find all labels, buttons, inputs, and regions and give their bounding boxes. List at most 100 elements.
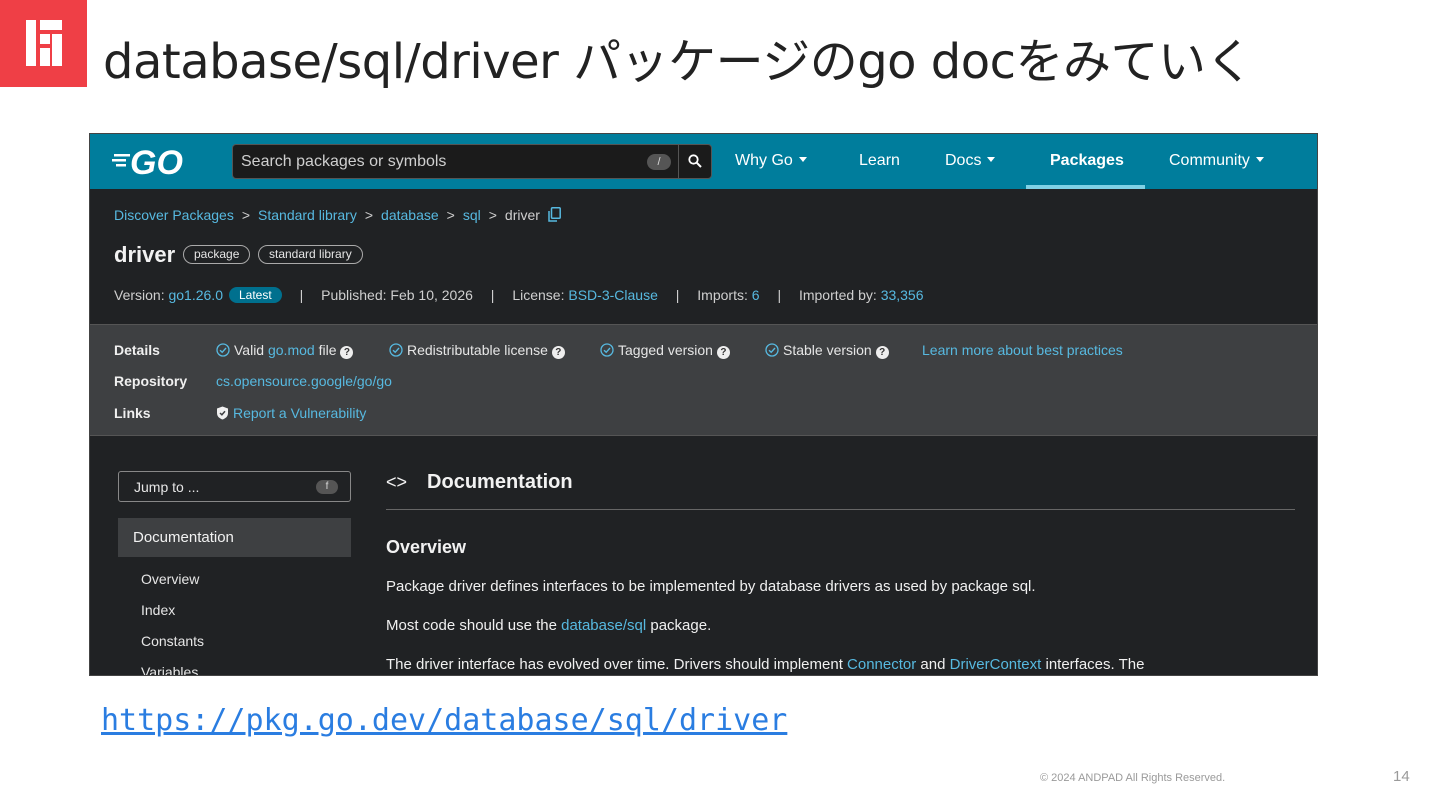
breadcrumb-sql[interactable]: sql (463, 207, 481, 223)
best-practices-link[interactable]: Learn more about best practices (922, 342, 1123, 358)
chevron-down-icon (798, 157, 807, 162)
nav-docs-label: Docs (945, 152, 982, 169)
svg-text:GO: GO (130, 145, 183, 177)
redistributable-text: Redistributable license (407, 342, 548, 358)
nav-community-label: Community (1169, 152, 1250, 169)
pkg-go-dev-screenshot: GO Search packages or symbols / Why Go L… (89, 133, 1318, 676)
breadcrumb-separator: > (364, 207, 374, 223)
repository-label: Repository (114, 373, 188, 389)
stable-version-check: Stable version? (765, 342, 889, 359)
package-title: driver (114, 242, 176, 267)
breadcrumb-separator: > (488, 207, 497, 223)
published-date: Feb 10, 2026 (390, 287, 473, 303)
report-vulnerability-link[interactable]: Report a Vulnerability (216, 405, 366, 421)
nav-why-go-label: Why Go (735, 152, 793, 169)
drivercontext-link[interactable]: DriverContext (950, 656, 1042, 673)
meta-divider: | (777, 287, 782, 303)
go-logo-icon[interactable]: GO (112, 145, 198, 177)
sidebar-item-documentation[interactable]: Documentation (118, 518, 351, 557)
p3-text: The driver interface has evolved over ti… (386, 656, 848, 673)
nav-docs[interactable]: Docs (945, 152, 996, 170)
connector-link[interactable]: Connector (847, 656, 916, 673)
nav-active-indicator (1026, 185, 1145, 189)
help-icon[interactable]: ? (716, 346, 730, 359)
imports-link[interactable]: 6 (752, 287, 760, 303)
pkg-url-link[interactable]: https://pkg.go.dev/database/sql/driver (101, 703, 787, 738)
chevron-down-icon (1255, 157, 1264, 162)
p2-text-end: package. (646, 617, 712, 634)
nav-packages[interactable]: Packages (1050, 152, 1124, 170)
license-link[interactable]: BSD-3-Clause (568, 287, 657, 303)
p3-text-mid: and (916, 656, 950, 673)
jump-to-button[interactable]: Jump to ... f (118, 471, 351, 502)
doc-paragraph-2: Most code should use the database/sql pa… (386, 617, 711, 634)
search-button[interactable] (678, 145, 711, 178)
license-label: License: (512, 287, 565, 303)
jump-shortcut-badge: f (316, 480, 338, 494)
doc-paragraph-3: The driver interface has evolved over ti… (386, 656, 1144, 673)
search-placeholder: Search packages or symbols (241, 153, 447, 170)
tagged-version-check: Tagged version? (600, 342, 730, 359)
help-icon[interactable]: ? (340, 346, 354, 359)
sidebar-item-index[interactable]: Index (141, 602, 175, 618)
documentation-heading: <> Documentation (386, 471, 573, 494)
breadcrumb-database[interactable]: database (381, 207, 439, 223)
tagged-text: Tagged version (618, 342, 713, 358)
breadcrumb-standard-library[interactable]: Standard library (258, 207, 357, 223)
breadcrumb: Discover Packages > Standard library > datab… (114, 207, 561, 223)
valid-gomod-check: Valid go.mod file? (216, 342, 354, 359)
documentation-heading-text: Documentation (427, 471, 573, 493)
valid-text: Valid (234, 342, 265, 358)
file-text: file (318, 342, 337, 358)
help-icon[interactable]: ? (875, 346, 889, 359)
copy-icon[interactable] (548, 207, 561, 222)
stable-text: Stable version (783, 342, 872, 358)
check-circle-icon (765, 343, 779, 357)
breadcrumb-discover[interactable]: Discover Packages (114, 207, 234, 223)
overview-heading: Overview (386, 537, 467, 557)
meta-divider: | (490, 287, 495, 303)
chevron-down-icon (987, 157, 996, 162)
help-icon[interactable]: ? (551, 346, 565, 359)
report-vulnerability-text: Report a Vulnerability (233, 405, 367, 421)
sidebar-item-variables[interactable]: Variables (141, 664, 198, 675)
imports-label: Imports: (697, 287, 748, 303)
search-icon (688, 154, 702, 168)
nav-why-go[interactable]: Why Go (735, 152, 807, 170)
details-label: Details (114, 342, 160, 358)
sidebar-item-overview[interactable]: Overview (141, 571, 199, 587)
check-circle-icon (600, 343, 614, 357)
latest-badge: Latest (228, 287, 282, 303)
shield-icon (217, 406, 228, 420)
code-brackets-icon: <> (386, 472, 408, 492)
published-label: Published: (321, 287, 387, 303)
breadcrumb-separator: > (241, 207, 251, 223)
slide-title: database/sql/driver パッケージのgo docをみていく (103, 34, 1254, 90)
gomod-link[interactable]: go.mod (268, 342, 315, 358)
breadcrumb-separator: > (446, 207, 455, 223)
meta-divider: | (675, 287, 680, 303)
links-label: Links (114, 405, 151, 421)
breadcrumb-driver: driver (504, 207, 540, 223)
check-circle-icon (389, 343, 403, 357)
copyright: © 2024 ANDPAD All Rights Reserved. (1040, 772, 1226, 784)
doc-paragraph-1: Package driver defines interfaces to be … (386, 578, 1036, 595)
divider (386, 509, 1295, 510)
sidebar-item-constants[interactable]: Constants (141, 633, 204, 649)
search-input[interactable]: Search packages or symbols / (232, 144, 712, 179)
version-link[interactable]: go1.26.0 (168, 287, 223, 303)
imported-by-label: Imported by: (798, 287, 877, 303)
andpad-logo (0, 0, 87, 87)
nav-community[interactable]: Community (1169, 152, 1264, 170)
andpad-logo-mark (26, 20, 62, 66)
repository-link[interactable]: cs.opensource.google/go/go (216, 373, 392, 389)
imported-by-link[interactable]: 33,356 (881, 287, 924, 303)
page-number: 14 (1393, 768, 1410, 785)
nav-learn[interactable]: Learn (859, 152, 900, 170)
database-sql-link[interactable]: database/sql (561, 617, 646, 634)
p2-text: Most code should use the (386, 617, 562, 634)
package-badge: package (183, 245, 251, 264)
p3-text-end: interfaces. The (1041, 656, 1145, 673)
jump-to-label: Jump to ... (134, 479, 200, 495)
search-shortcut-badge: / (647, 154, 671, 170)
